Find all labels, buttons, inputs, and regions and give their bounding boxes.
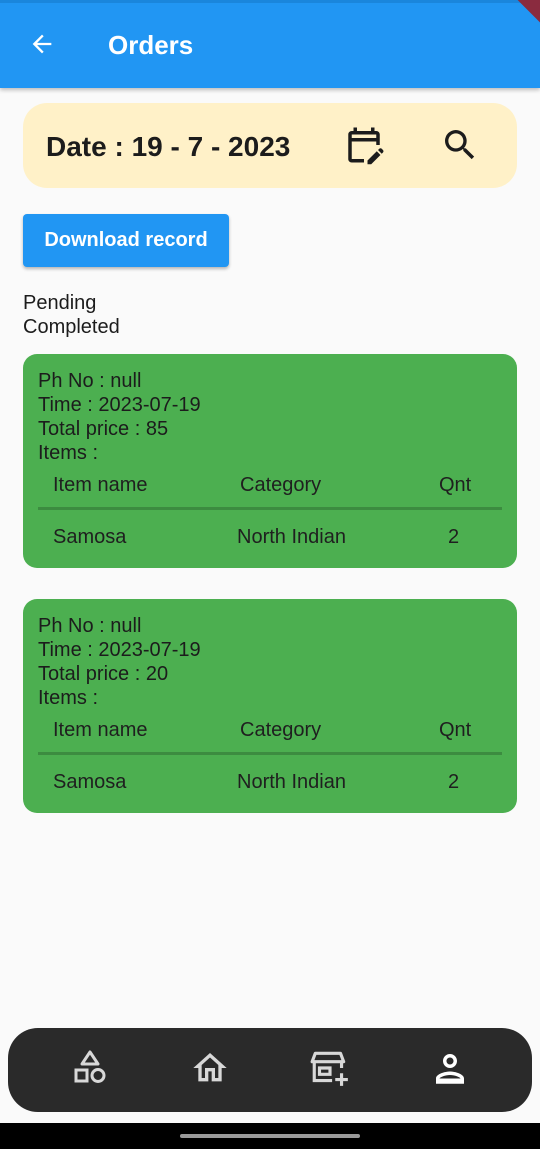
debug-banner xyxy=(501,0,540,33)
table-divider xyxy=(38,752,502,755)
order-time: Time : 2023-07-19 xyxy=(38,394,201,416)
completed-filter[interactable]: Completed xyxy=(23,316,120,339)
date-label: Date : 19 - 7 - 2023 xyxy=(46,131,291,162)
date-filter-card: Date : 19 - 7 - 2023 xyxy=(23,103,517,188)
nav-home[interactable] xyxy=(186,1048,234,1092)
table-divider xyxy=(38,507,502,510)
person-icon xyxy=(429,1047,471,1094)
page-title: Orders xyxy=(108,30,194,60)
home-icon xyxy=(190,1048,230,1093)
pending-filter[interactable]: Pending xyxy=(23,292,96,315)
back-arrow-icon xyxy=(28,30,56,63)
item-qnt-cell: 2 xyxy=(448,771,460,793)
system-navigation-bar xyxy=(0,1123,540,1149)
column-header-item-name: Item name xyxy=(53,474,148,496)
calendar-edit-icon xyxy=(343,124,385,171)
order-phone: Ph No : null xyxy=(38,370,142,392)
item-name-cell: Samosa xyxy=(53,526,127,548)
add-store-icon xyxy=(309,1047,351,1094)
nav-profile[interactable] xyxy=(426,1048,474,1092)
item-category-cell: North Indian xyxy=(237,526,346,548)
search-icon xyxy=(440,125,480,170)
order-phone: Ph No : null xyxy=(38,615,142,637)
order-total: Total price : 85 xyxy=(38,418,169,440)
order-items-label: Items : xyxy=(38,687,99,709)
order-total: Total price : 20 xyxy=(38,663,169,685)
order-items-label: Items : xyxy=(38,442,99,464)
order-card[interactable]: Ph No : null Time : 2023-07-19 Total pri… xyxy=(23,354,517,568)
column-header-qnt: Qnt xyxy=(439,474,472,496)
app-bar: Orders xyxy=(0,0,540,88)
order-card[interactable]: Ph No : null Time : 2023-07-19 Total pri… xyxy=(23,599,517,813)
edit-date-button[interactable] xyxy=(341,124,387,170)
search-button[interactable] xyxy=(437,124,483,170)
bottom-navigation xyxy=(8,1028,532,1112)
order-time: Time : 2023-07-19 xyxy=(38,639,201,661)
nav-add-store[interactable] xyxy=(306,1048,354,1092)
shapes-icon xyxy=(70,1048,110,1093)
column-header-category: Category xyxy=(240,474,322,496)
item-category-cell: North Indian xyxy=(237,771,346,793)
home-indicator[interactable] xyxy=(180,1134,360,1138)
status-strip xyxy=(0,0,540,3)
item-qnt-cell: 2 xyxy=(448,526,460,548)
item-name-cell: Samosa xyxy=(53,771,127,793)
back-button[interactable] xyxy=(24,28,60,64)
download-record-button[interactable]: Download record xyxy=(23,214,229,267)
column-header-item-name: Item name xyxy=(53,719,148,741)
column-header-qnt: Qnt xyxy=(439,719,472,741)
column-header-category: Category xyxy=(240,719,322,741)
nav-categories[interactable] xyxy=(66,1048,114,1092)
